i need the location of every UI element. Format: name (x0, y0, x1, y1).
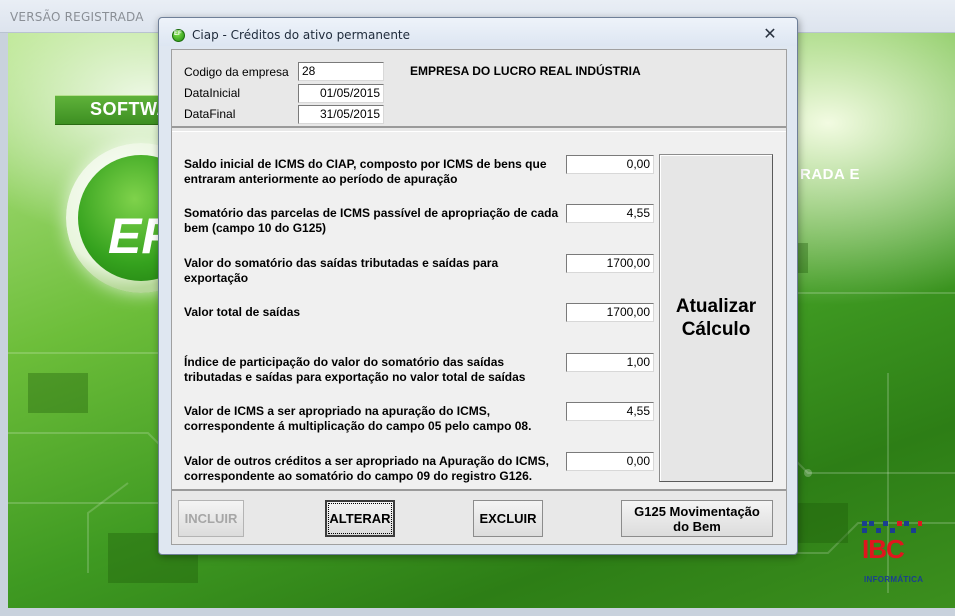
somatorio-parcelas-input[interactable]: 4,55 (566, 204, 654, 223)
atualizar-calculo-text: Atualizar Cálculo (676, 295, 756, 341)
total-saidas-input[interactable]: 1700,00 (566, 303, 654, 322)
indice-participacao-input[interactable]: 1,00 (566, 353, 654, 372)
outros-creditos-input[interactable]: 0,00 (566, 452, 654, 471)
g125-label-1: G125 Movimentação (634, 503, 760, 519)
somatorio-parcelas-label-1: Somatório das parcelas de ICMS passível … (184, 206, 559, 220)
ciap-dialog: EF Ciap - Créditos do ativo permanente ✕… (158, 17, 798, 555)
ibc-logo-text: IBC (862, 534, 905, 564)
ibc-logo-subtitle: INFORMÁTICA (864, 575, 924, 584)
data-final-input[interactable]: 31/05/2015 (298, 105, 384, 124)
close-icon[interactable]: ✕ (759, 24, 781, 44)
app-logo-icon: EF (172, 29, 185, 42)
saldo-inicial-label-2: entraram anteriormente ao período de apu… (184, 172, 458, 186)
codigo-empresa-input[interactable]: 28 (298, 62, 384, 81)
saldo-inicial-label-1: Saldo inicial de ICMS do CIAP, composto … (184, 157, 547, 171)
atualizar-label-2: Cálculo (681, 319, 751, 340)
outros-creditos-label-1: Valor de outros créditos a ser apropriad… (184, 454, 549, 468)
alterar-button[interactable]: ALTERAR (325, 500, 395, 537)
saidas-tributadas-input[interactable]: 1700,00 (566, 254, 654, 273)
total-saidas-label: Valor total de saídas (184, 305, 301, 319)
saidas-tributadas-label-2: exportação (184, 271, 249, 285)
button-bar: INCLUIR ALTERAR EXCLUIR G125 Movimentaçã… (172, 493, 786, 544)
icms-apropriado-label-2: correspondente á multiplicação do campo … (184, 419, 532, 433)
empresa-name: EMPRESA DO LUCRO REAL INDÚSTRIA (410, 64, 641, 78)
calculation-panel: Saldo inicial de ICMS do CIAP, composto … (172, 131, 786, 491)
indice-participacao-label-2: tributadas e saídas para exportação no v… (184, 370, 526, 384)
icms-apropriado-input[interactable]: 4,55 (566, 402, 654, 421)
saidas-tributadas-label-1: Valor do somatório das saídas tributadas… (184, 256, 499, 270)
header-panel: Codigo da empresa 28 EMPRESA DO LUCRO RE… (172, 50, 786, 128)
atualizar-label-1: Atualizar (675, 296, 757, 317)
indice-participacao-label-1: Índice de participação do valor do somat… (184, 355, 505, 369)
atualizar-calculo-button[interactable]: Atualizar Cálculo (659, 154, 773, 482)
dialog-titlebar[interactable]: EF Ciap - Créditos do ativo permanente ✕ (159, 18, 797, 46)
g125-movimentacao-button[interactable]: G125 Movimentação do Bem (621, 500, 773, 537)
app-title: VERSÃO REGISTRADA (10, 10, 144, 24)
incluir-button[interactable]: INCLUIR (178, 500, 244, 537)
icms-apropriado-label-1: Valor de ICMS a ser apropriado na apuraç… (184, 404, 491, 418)
excluir-button[interactable]: EXCLUIR (473, 500, 543, 537)
right-caption: RADA E (800, 166, 860, 183)
codigo-empresa-label: Codigo da empresa (184, 65, 289, 79)
dialog-body: Codigo da empresa 28 EMPRESA DO LUCRO RE… (171, 49, 787, 545)
data-inicial-input[interactable]: 01/05/2015 (298, 84, 384, 103)
g125-label-2: do Bem (673, 518, 721, 534)
dialog-title: Ciap - Créditos do ativo permanente (192, 28, 411, 42)
data-inicial-label: DataInicial (184, 86, 241, 100)
outros-creditos-label-2: correspondente ao somatório do campo 09 … (184, 469, 533, 483)
saldo-inicial-input[interactable]: 0,00 (566, 155, 654, 174)
data-final-label: DataFinal (184, 107, 236, 121)
somatorio-parcelas-label-2: bem (campo 10 do G125) (184, 221, 327, 235)
